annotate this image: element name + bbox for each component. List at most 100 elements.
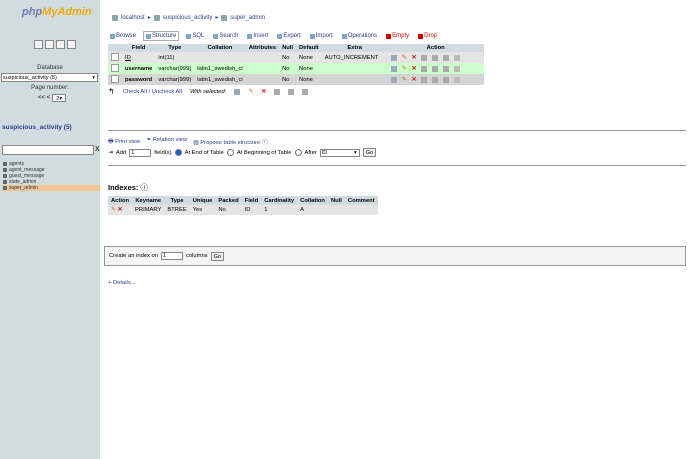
database-select[interactable]: suspicious_activity (5) ▾ — [1, 73, 98, 82]
filter-clear-button[interactable]: X — [95, 146, 100, 153]
null-cell — [327, 205, 345, 215]
index-icon[interactable] — [432, 76, 439, 83]
after-radio[interactable] — [294, 149, 302, 156]
help-icon[interactable] — [67, 40, 76, 49]
pencil-icon[interactable]: ✎ — [248, 89, 253, 95]
table-icon — [3, 168, 7, 172]
unique-icon[interactable] — [443, 54, 450, 61]
browse-icon — [110, 33, 115, 39]
index-columns-input[interactable] — [161, 252, 183, 260]
browse-values-icon[interactable] — [390, 54, 397, 61]
table-item-super-admin[interactable]: super_admin — [2, 185, 100, 191]
index-icon[interactable] — [432, 65, 439, 72]
delete-x-icon[interactable]: ✕ — [117, 207, 122, 213]
table-filter-input[interactable] — [2, 145, 94, 155]
row-checkbox[interactable] — [111, 52, 119, 61]
type-cell: varchar(999) — [155, 63, 195, 74]
column-header: Default — [296, 44, 322, 52]
help-icon[interactable]: ⓘ — [262, 140, 268, 146]
fulltext-icon[interactable] — [454, 76, 461, 83]
column-header: Field — [241, 196, 262, 205]
tab-insert[interactable]: Insert — [245, 32, 270, 40]
details-link[interactable]: + Details... — [108, 280, 136, 286]
search-icon — [213, 33, 219, 39]
column-header: Packed — [215, 196, 242, 205]
index-icon[interactable] — [432, 54, 439, 61]
help-icon[interactable]: ⓘ — [141, 183, 149, 192]
primary-key-icon[interactable] — [421, 65, 428, 72]
print-view-link[interactable]: 🖶 Print view — [108, 137, 140, 147]
delete-x-icon[interactable]: ✕ — [261, 89, 266, 95]
delete-x-icon[interactable]: ✕ — [412, 66, 417, 72]
fulltext-icon[interactable] — [454, 65, 461, 72]
browse-values-icon[interactable] — [390, 65, 397, 72]
tab-sql[interactable]: SQL — [184, 32, 206, 40]
tab-label: Browse — [116, 33, 137, 39]
nav-icons — [34, 40, 76, 49]
tab-bar: Browse Structure SQL Search Insert Expor… — [108, 31, 439, 41]
unique-icon[interactable] — [302, 88, 309, 95]
primary-key-icon[interactable] — [274, 88, 281, 95]
create-index-go-button[interactable]: Go — [210, 251, 224, 261]
index-icon[interactable] — [288, 88, 295, 95]
primary-key-icon[interactable] — [421, 54, 428, 61]
delete-x-icon[interactable]: ✕ — [412, 77, 417, 83]
tab-browse[interactable]: Browse — [108, 32, 138, 40]
unique-icon[interactable] — [443, 76, 450, 83]
row-checkbox[interactable] — [111, 74, 119, 83]
row-checkbox[interactable] — [111, 63, 119, 72]
delete-x-icon[interactable]: ✕ — [412, 55, 417, 61]
tab-import[interactable]: Import — [308, 32, 335, 40]
after-field-select[interactable]: ID ▾ — [319, 148, 360, 157]
at-beginning-radio[interactable] — [226, 149, 234, 156]
tab-label: Empty — [392, 33, 410, 39]
relation-view-link[interactable]: ⚭ Relation view — [146, 137, 187, 147]
current-database-link[interactable]: suspicious_activity (5) — [2, 124, 72, 131]
field-count-input[interactable] — [129, 148, 152, 157]
propose-structure-label: Propose table structure — [200, 140, 261, 146]
breadcrumb-server[interactable]: localhost — [121, 15, 145, 21]
comment-cell — [344, 205, 378, 215]
pager-prev-link[interactable]: << < — [38, 95, 50, 101]
tab-label: Insert — [253, 33, 269, 39]
tab-search[interactable]: Search — [211, 32, 240, 40]
null-cell: No — [279, 52, 297, 63]
docs-icon[interactable] — [56, 40, 65, 49]
pencil-icon[interactable]: ✎ — [111, 207, 116, 213]
page-select[interactable]: 2▾ — [52, 94, 67, 102]
after-field-value: ID — [321, 149, 328, 156]
at-end-radio[interactable] — [174, 149, 182, 156]
tab-structure[interactable]: Structure — [143, 31, 180, 41]
primary-key-icon[interactable] — [421, 76, 428, 83]
tab-label: Import — [315, 33, 333, 39]
extra-cell: AUTO_INCREMENT — [321, 52, 388, 63]
add-field-go-button[interactable]: Go — [362, 148, 377, 157]
propose-structure-link[interactable]: ▤ Propose table structure ⓘ — [193, 137, 267, 147]
tab-export[interactable]: Export — [275, 32, 302, 40]
pencil-icon[interactable]: ✎ — [402, 66, 407, 72]
breadcrumb-table[interactable]: super_admin — [230, 15, 265, 21]
tab-label: SQL — [192, 33, 205, 39]
column-header: Collation — [297, 196, 328, 205]
fulltext-icon[interactable] — [454, 54, 461, 61]
phpmyadmin-logo[interactable]: phpMyAdmin — [22, 6, 92, 18]
pencil-icon[interactable]: ✎ — [402, 77, 407, 83]
collation-cell: latin1_swedish_ci — [194, 74, 246, 85]
pencil-icon[interactable]: ✎ — [402, 55, 407, 61]
home-icon[interactable] — [34, 40, 43, 49]
tab-operations[interactable]: Operations — [340, 32, 379, 40]
browse-values-icon[interactable] — [390, 76, 397, 83]
tab-empty[interactable]: Empty — [384, 32, 411, 40]
table-header-row: Field Type Collation Attributes Null Def… — [108, 44, 484, 52]
database-icon — [153, 14, 160, 21]
unique-icon[interactable] — [443, 65, 450, 72]
action-cell: ✎ ✕ — [387, 63, 484, 74]
query-window-icon[interactable] — [45, 40, 54, 49]
left-panel: phpMyAdmin Database suspicious_activity … — [0, 0, 100, 459]
browse-icon[interactable] — [234, 88, 241, 95]
check-all-link[interactable]: Check All / Uncheck All — [123, 89, 182, 95]
page-number-label: Page number: — [31, 85, 69, 91]
import-icon — [309, 33, 315, 39]
breadcrumb-database[interactable]: suspicious_activity — [163, 15, 213, 21]
tab-drop[interactable]: Drop — [416, 32, 439, 40]
